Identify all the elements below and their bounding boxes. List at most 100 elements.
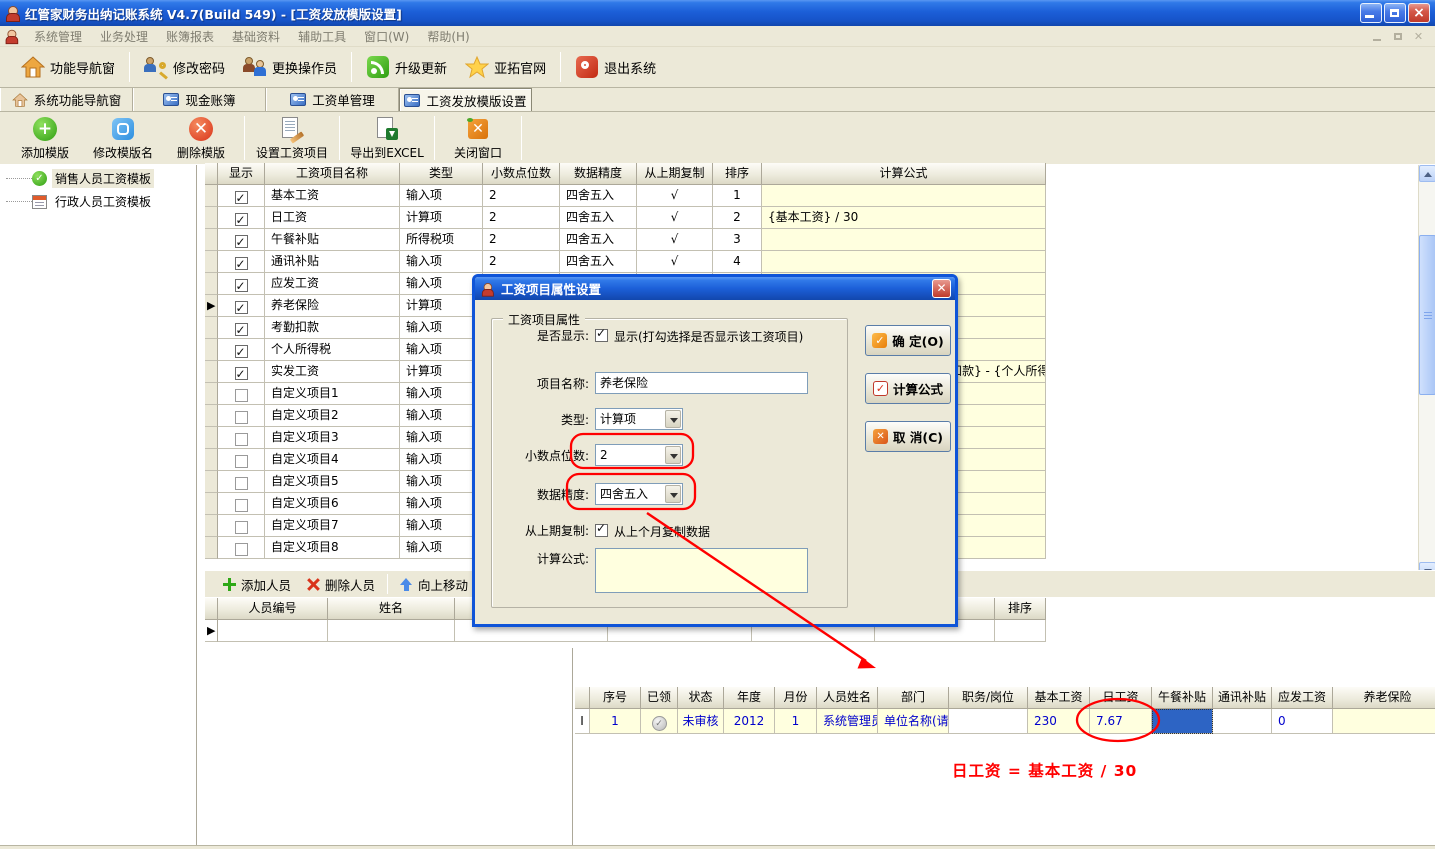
- type-cell[interactable]: 输入项: [400, 251, 483, 273]
- nav-window-button[interactable]: 功能导航窗: [12, 51, 124, 83]
- show-checkbox-cell[interactable]: [218, 317, 265, 339]
- comm-allowance-cell[interactable]: [1213, 709, 1272, 734]
- formula-cell[interactable]: [762, 251, 1046, 273]
- menu-tools[interactable]: 辅助工具: [289, 26, 355, 47]
- chevron-down-icon[interactable]: [665, 410, 681, 428]
- vertical-scrollbar[interactable]: [1418, 165, 1435, 580]
- empty-cell[interactable]: [328, 620, 455, 642]
- copy-cell[interactable]: √: [637, 229, 713, 251]
- base-salary-cell[interactable]: 230: [1028, 709, 1090, 734]
- scroll-up-button[interactable]: [1419, 165, 1435, 182]
- row-show-checkbox[interactable]: [235, 521, 248, 534]
- row-selector[interactable]: [205, 405, 218, 427]
- item-name-cell[interactable]: 考勤扣款: [265, 317, 400, 339]
- menu-business[interactable]: 业务处理: [91, 26, 157, 47]
- mdi-minimize-button[interactable]: [1370, 30, 1387, 44]
- item-name-input[interactable]: 养老保险: [595, 372, 808, 394]
- row-selector[interactable]: [205, 339, 218, 361]
- status-cell[interactable]: 未审核: [678, 709, 724, 734]
- type-cell[interactable]: 计算项: [400, 207, 483, 229]
- column-header[interactable]: 类型: [400, 163, 483, 185]
- show-checkbox-cell[interactable]: [218, 383, 265, 405]
- show-checkbox-cell[interactable]: [218, 229, 265, 251]
- row-selector[interactable]: [205, 427, 218, 449]
- add-person-button[interactable]: 添加人员: [215, 572, 299, 597]
- show-checkbox-cell[interactable]: [218, 405, 265, 427]
- item-name-cell[interactable]: 自定义项目3: [265, 427, 400, 449]
- order-cell[interactable]: 1: [713, 185, 762, 207]
- type-cell[interactable]: 输入项: [400, 427, 483, 449]
- item-name-cell[interactable]: 基本工资: [265, 185, 400, 207]
- mdi-restore-button[interactable]: [1390, 30, 1407, 44]
- column-header[interactable]: 序号: [590, 687, 641, 709]
- show-checkbox-cell[interactable]: [218, 207, 265, 229]
- lunch-allowance-cell[interactable]: [1152, 709, 1213, 734]
- row-selector[interactable]: [205, 207, 218, 229]
- item-name-cell[interactable]: 自定义项目8: [265, 537, 400, 559]
- row-show-checkbox[interactable]: [235, 235, 248, 248]
- row-selector[interactable]: [205, 515, 218, 537]
- row-show-checkbox[interactable]: [235, 345, 248, 358]
- menu-reports[interactable]: 账簿报表: [157, 26, 223, 47]
- show-checkbox[interactable]: [595, 329, 608, 342]
- type-cell[interactable]: 输入项: [400, 405, 483, 427]
- position-cell[interactable]: [949, 709, 1028, 734]
- row-show-checkbox[interactable]: [235, 279, 248, 292]
- menu-window[interactable]: 窗口(W): [355, 26, 418, 47]
- scrollbar-thumb[interactable]: [1419, 235, 1435, 395]
- column-header[interactable]: 已领: [641, 687, 678, 709]
- item-name-cell[interactable]: 自定义项目5: [265, 471, 400, 493]
- precision-cell[interactable]: 四舍五入: [560, 207, 637, 229]
- item-name-cell[interactable]: 自定义项目7: [265, 515, 400, 537]
- column-header[interactable]: 人员姓名: [817, 687, 878, 709]
- item-name-cell[interactable]: 自定义项目6: [265, 493, 400, 515]
- row-show-checkbox[interactable]: [235, 543, 248, 556]
- tab-salary-template-settings[interactable]: 工资发放模版设置: [399, 88, 532, 111]
- formula-button[interactable]: 计算公式: [865, 373, 951, 404]
- column-header[interactable]: 通讯补贴: [1213, 687, 1272, 709]
- row-selector[interactable]: [205, 361, 218, 383]
- show-checkbox-cell[interactable]: [218, 273, 265, 295]
- type-cell[interactable]: 计算项: [400, 361, 483, 383]
- row-show-checkbox[interactable]: [235, 477, 248, 490]
- row-selector[interactable]: [205, 493, 218, 515]
- row-selector[interactable]: [205, 449, 218, 471]
- ok-button[interactable]: 确 定(O): [865, 325, 951, 356]
- show-checkbox-cell[interactable]: [218, 361, 265, 383]
- decimals-cell[interactable]: 2: [483, 251, 560, 273]
- show-checkbox-cell[interactable]: [218, 449, 265, 471]
- empty-cell[interactable]: [995, 620, 1046, 642]
- menu-help[interactable]: 帮助(H): [418, 26, 478, 47]
- order-cell[interactable]: 3: [713, 229, 762, 251]
- exit-system-button[interactable]: 退出系统: [566, 51, 665, 83]
- column-header[interactable]: 应发工资: [1272, 687, 1333, 709]
- item-name-cell[interactable]: 自定义项目4: [265, 449, 400, 471]
- chevron-down-icon[interactable]: [665, 446, 681, 464]
- row-selector[interactable]: ▶: [205, 295, 218, 317]
- column-header[interactable]: 职务/岗位: [949, 687, 1028, 709]
- row-show-checkbox[interactable]: [235, 323, 248, 336]
- row-show-checkbox[interactable]: [235, 433, 248, 446]
- column-header[interactable]: 日工资: [1090, 687, 1152, 709]
- item-name-cell[interactable]: 个人所得税: [265, 339, 400, 361]
- delete-person-button[interactable]: 删除人员: [299, 572, 383, 597]
- gross-salary-cell[interactable]: 0: [1272, 709, 1333, 734]
- precision-cell[interactable]: 四舍五入: [560, 229, 637, 251]
- empty-cell[interactable]: [218, 620, 328, 642]
- column-header[interactable]: 从上期复制: [637, 163, 713, 185]
- column-header[interactable]: 数据精度: [560, 163, 637, 185]
- official-site-button[interactable]: 亚拓官网: [456, 51, 555, 83]
- item-name-cell[interactable]: 自定义项目2: [265, 405, 400, 427]
- row-show-checkbox[interactable]: [235, 499, 248, 512]
- row-show-checkbox[interactable]: [235, 367, 248, 380]
- column-header[interactable]: 基本工资: [1028, 687, 1090, 709]
- row-show-checkbox[interactable]: [235, 389, 248, 402]
- row-show-checkbox[interactable]: [235, 411, 248, 424]
- type-cell[interactable]: 计算项: [400, 295, 483, 317]
- month-cell[interactable]: 1: [775, 709, 817, 734]
- person-name-cell[interactable]: 系统管理员: [817, 709, 878, 734]
- row-selector[interactable]: [205, 317, 218, 339]
- export-excel-button[interactable]: 导出到EXCEL: [344, 114, 430, 162]
- row-selector[interactable]: [205, 383, 218, 405]
- show-checkbox-cell[interactable]: [218, 537, 265, 559]
